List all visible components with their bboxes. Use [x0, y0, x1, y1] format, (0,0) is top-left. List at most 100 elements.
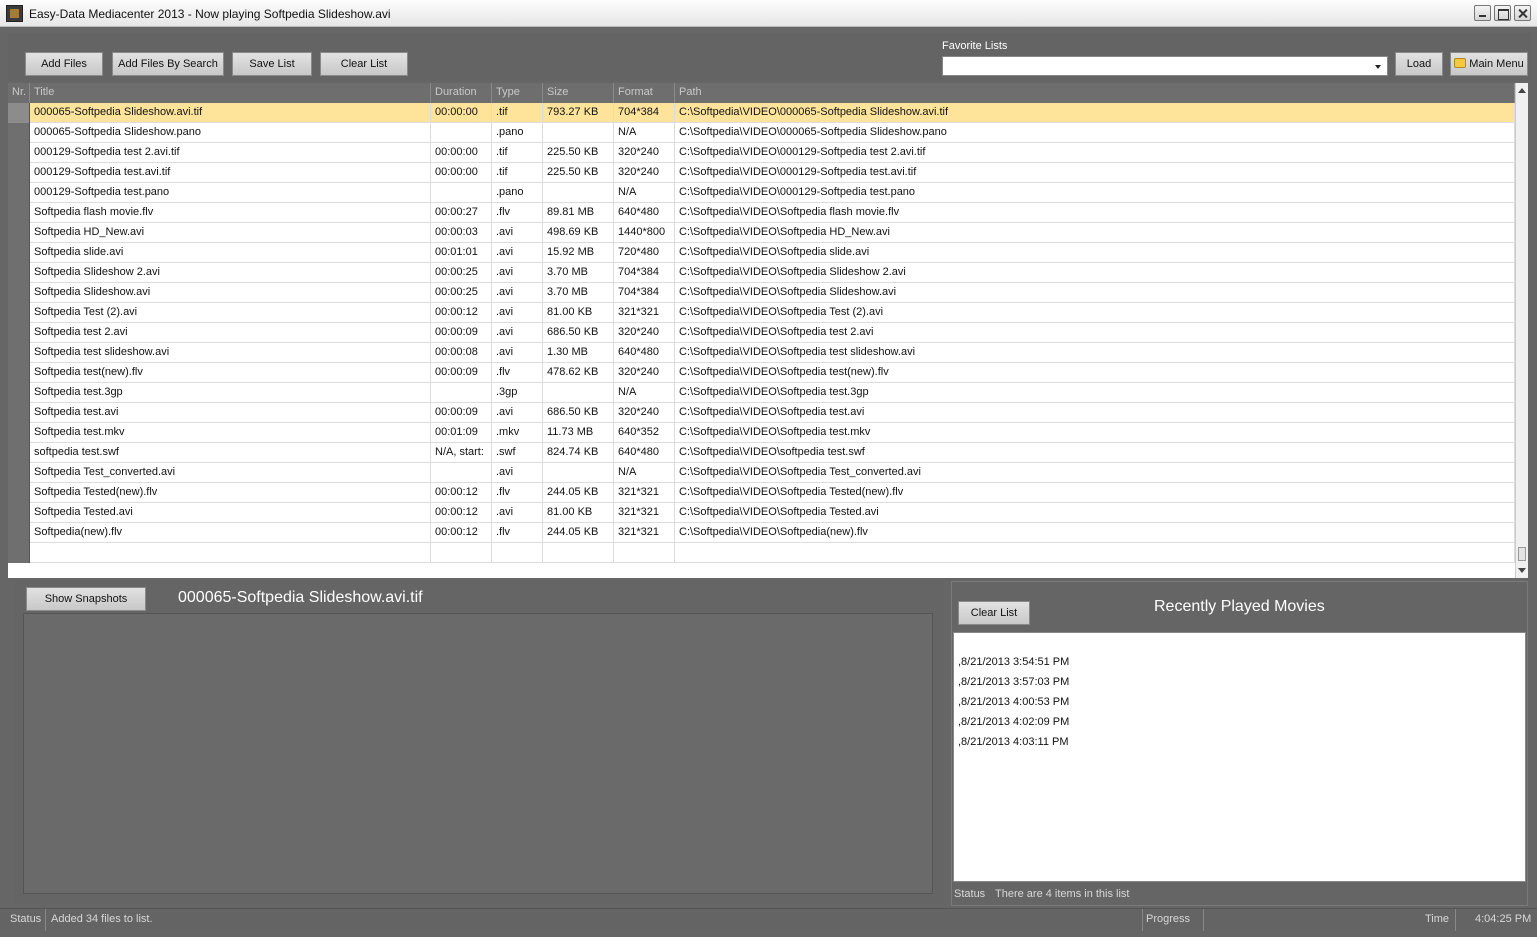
recent-clear-list-button[interactable]: Clear List	[958, 601, 1030, 625]
cell-title: Softpedia test.mkv	[30, 423, 431, 443]
add-files-button[interactable]: Add Files	[25, 52, 103, 76]
cell-size	[543, 463, 614, 483]
cell-format: 320*240	[614, 323, 675, 343]
cell-nr	[8, 343, 30, 363]
cell-nr	[8, 383, 30, 403]
cell-size: 225.50 KB	[543, 163, 614, 183]
cell-title: Softpedia Tested(new).flv	[30, 483, 431, 503]
cell-type: .flv	[492, 363, 543, 383]
cell-path: C:\Softpedia\VIDEO\Softpedia flash movie…	[675, 203, 1515, 223]
table-row[interactable]: 000065-Softpedia Slideshow.avi.tif 00:00:…	[8, 103, 1515, 123]
table-row[interactable]: Softpedia test.3gp .3gp N/A C:\Softpedia\VI…	[8, 383, 1515, 403]
status-divider	[1142, 909, 1143, 931]
table-row[interactable]: Softpedia Slideshow 2.avi 00:00:25 .avi 3.7…	[8, 263, 1515, 283]
cell-size: 15.92 MB	[543, 243, 614, 263]
cell-duration: 00:00:27	[431, 203, 492, 223]
table-row[interactable]: softpedia test.swf N/A, start: .swf 824.74 …	[8, 443, 1515, 463]
table-row[interactable]: Softpedia Test_converted.avi .avi N/A C:\So…	[8, 463, 1515, 483]
cell-title: Softpedia test 2.avi	[30, 323, 431, 343]
table-row[interactable]: Softpedia Tested(new).flv 00:00:12 .flv 244…	[8, 483, 1515, 503]
scroll-up-icon[interactable]	[1518, 88, 1526, 93]
table-row[interactable]	[8, 543, 1515, 563]
progress-label: Progress	[1146, 913, 1191, 925]
table-row[interactable]: 000129-Softpedia test 2.avi.tif 00:00:00.…	[8, 143, 1515, 163]
cell-path: C:\Softpedia\VIDEO\000129-Softpedia test…	[675, 163, 1515, 183]
cell-format: N/A	[614, 463, 675, 483]
table-row[interactable]: Softpedia test slideshow.avi 00:00:08 .avi…	[8, 343, 1515, 363]
cell-size: 244.05 KB	[543, 523, 614, 543]
column-header-size[interactable]: Size	[543, 83, 614, 103]
cell-type: .tif	[492, 143, 543, 163]
column-header-type[interactable]: Type	[492, 83, 543, 103]
cell-size	[543, 543, 614, 563]
table-row[interactable]: Softpedia Tested.avi 00:00:12 .avi 81.00 KB…	[8, 503, 1515, 523]
column-header-title[interactable]: Title	[30, 83, 431, 103]
cell-format: 720*480	[614, 243, 675, 263]
cell-size: 244.05 KB	[543, 483, 614, 503]
cell-size: 686.50 KB	[543, 323, 614, 343]
cell-format: 320*240	[614, 363, 675, 383]
table-row[interactable]: 000065-Softpedia Slideshow.pano .pano N/A C…	[8, 123, 1515, 143]
table-row[interactable]: Softpedia test(new).flv 00:00:09 .flv 478.6…	[8, 363, 1515, 383]
cell-size: 793.27 KB	[543, 103, 614, 123]
recent-item[interactable]: ,8/21/2013 4:03:11 PM	[958, 736, 1069, 748]
table-row[interactable]: Softpedia Slideshow.avi 00:00:25 .avi 3.70 …	[8, 283, 1515, 303]
recent-item[interactable]: ,8/21/2013 4:02:09 PM	[958, 716, 1069, 728]
cell-duration: N/A, start:	[431, 443, 492, 463]
table-row[interactable]: Softpedia test.avi 00:00:09 .avi 686.50 KB 3…	[8, 403, 1515, 423]
load-button[interactable]: Load	[1395, 52, 1443, 76]
table-row[interactable]: Softpedia test 2.avi 00:00:09 .avi 686.50 K…	[8, 323, 1515, 343]
cell-type: .avi	[492, 503, 543, 523]
cell-title: 000129-Softpedia test.avi.tif	[30, 163, 431, 183]
cell-nr	[8, 543, 30, 563]
clear-list-button[interactable]: Clear List	[320, 52, 408, 76]
cell-type: .pano	[492, 123, 543, 143]
table-row[interactable]: Softpedia(new).flv 00:00:12 .flv 244.05 KB 3…	[8, 523, 1515, 543]
status-text: Added 34 files to list.	[51, 913, 153, 925]
column-header-nr[interactable]: Nr.	[8, 83, 30, 103]
cell-type: .avi	[492, 303, 543, 323]
cell-nr	[8, 303, 30, 323]
save-list-button[interactable]: Save List	[232, 52, 312, 76]
table-row[interactable]: Softpedia slide.avi 00:01:01 .avi 15.92 MB 7…	[8, 243, 1515, 263]
cell-path: C:\Softpedia\VIDEO\Softpedia Tested(new)…	[675, 483, 1515, 503]
cell-duration: 00:00:00	[431, 163, 492, 183]
add-files-by-search-button[interactable]: Add Files By Search	[112, 52, 224, 76]
cell-path: C:\Softpedia\VIDEO\Softpedia Slideshow.a…	[675, 283, 1515, 303]
scroll-down-icon[interactable]	[1518, 568, 1526, 573]
cell-path: C:\Softpedia\VIDEO\Softpedia Slideshow 2…	[675, 263, 1515, 283]
recent-status-label: Status	[954, 888, 986, 900]
recent-item[interactable]: ,8/21/2013 3:57:03 PM	[958, 676, 1069, 688]
scroll-thumb[interactable]	[1518, 547, 1526, 561]
minimize-button[interactable]	[1474, 5, 1491, 21]
maximize-button[interactable]	[1494, 5, 1511, 21]
cell-duration: 00:00:25	[431, 283, 492, 303]
table-row[interactable]: 000129-Softpedia test.pano .pano N/A C:\Sof…	[8, 183, 1515, 203]
table-row[interactable]: Softpedia HD_New.avi 00:00:03 .avi 498.69 K…	[8, 223, 1515, 243]
cell-path: C:\Softpedia\VIDEO\Softpedia Tested.avi	[675, 503, 1515, 523]
cell-duration: 00:00:12	[431, 523, 492, 543]
column-header-duration[interactable]: Duration	[431, 83, 492, 103]
cell-duration: 00:01:01	[431, 243, 492, 263]
main-menu-button[interactable]: Main Menu	[1450, 52, 1528, 76]
cell-size: 81.00 KB	[543, 303, 614, 323]
table-row[interactable]: 000129-Softpedia test.avi.tif 00:00:00 .ti…	[8, 163, 1515, 183]
cell-format: 704*384	[614, 263, 675, 283]
cell-type: .avi	[492, 323, 543, 343]
favorite-lists-dropdown[interactable]	[942, 56, 1388, 76]
show-snapshots-button[interactable]: Show Snapshots	[26, 587, 146, 611]
close-button[interactable]	[1514, 5, 1531, 21]
table-row[interactable]: Softpedia test.mkv 00:01:09 .mkv 11.73 MB 64…	[8, 423, 1515, 443]
vertical-scrollbar[interactable]	[1515, 83, 1528, 578]
recent-item[interactable]: ,8/21/2013 4:00:53 PM	[958, 696, 1069, 708]
status-label: Status	[10, 913, 42, 925]
recent-item[interactable]: ,8/21/2013 3:54:51 PM	[958, 656, 1069, 668]
cell-nr	[8, 523, 30, 543]
table-row[interactable]: Softpedia Test (2).avi 00:00:12 .avi 81.00 …	[8, 303, 1515, 323]
cell-type: .avi	[492, 223, 543, 243]
cell-type: .flv	[492, 523, 543, 543]
time-value: 4:04:25 PM	[1475, 913, 1532, 925]
table-row[interactable]: Softpedia flash movie.flv 00:00:27 .flv 89.…	[8, 203, 1515, 223]
column-header-path[interactable]: Path	[675, 83, 1515, 103]
column-header-format[interactable]: Format	[614, 83, 675, 103]
